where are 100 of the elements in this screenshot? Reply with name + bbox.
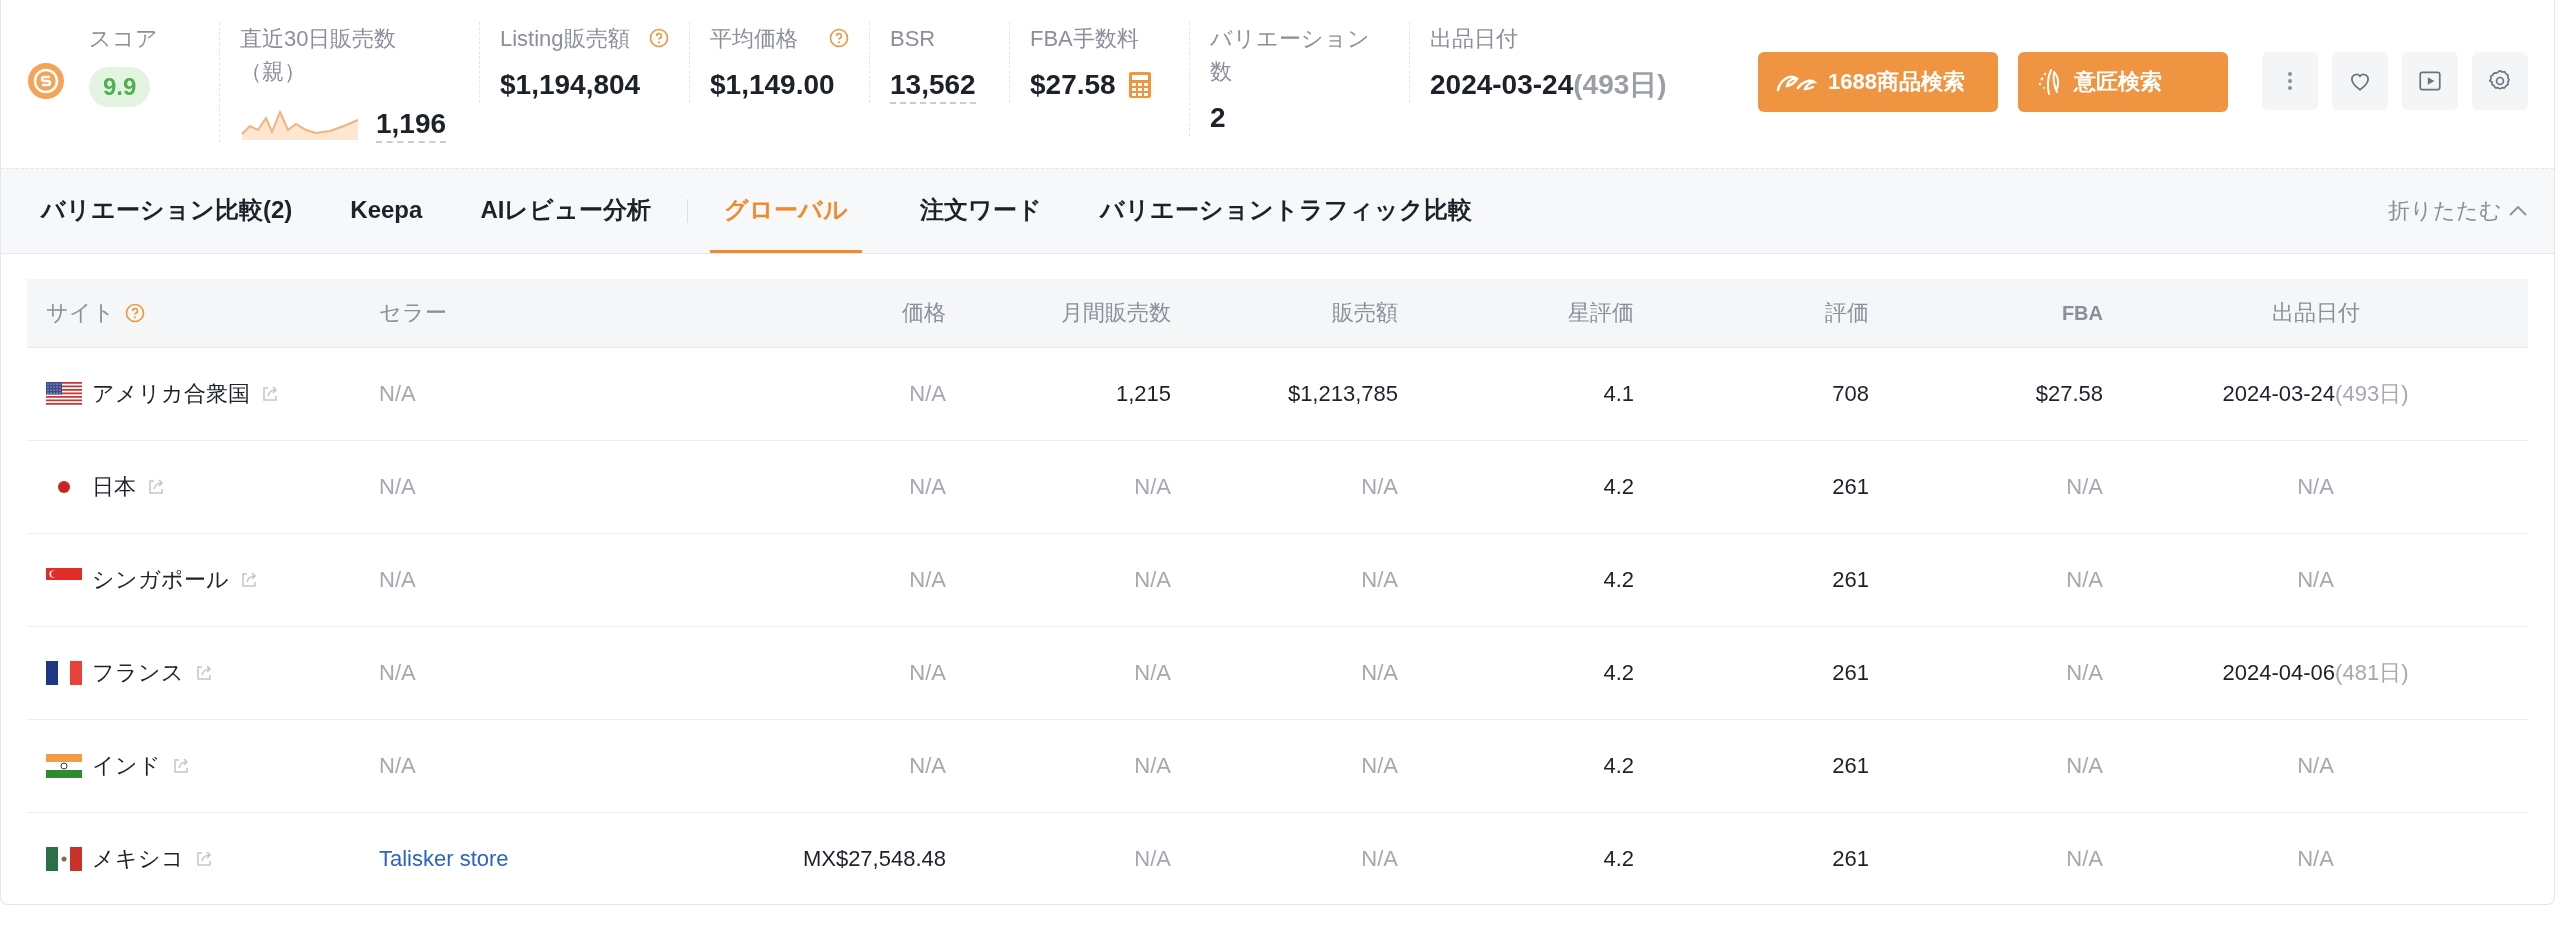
table-cell: N/A	[2066, 474, 2103, 500]
table-cell: 261	[1832, 474, 1869, 500]
table-cell: N/A	[2066, 567, 2103, 593]
age-note: (481日)	[2335, 659, 2409, 687]
column-header: 評価	[1825, 299, 1869, 327]
table-cell: N/A	[1134, 846, 1171, 872]
site-name: アメリカ合衆国	[92, 380, 250, 408]
table-cell: N/A	[909, 381, 946, 407]
table-cell: N/A	[2297, 846, 2334, 872]
metric-value: 2024-03-24	[1430, 69, 1574, 100]
metric-value: 13,562	[890, 69, 976, 104]
metric-label: 出品日付	[1430, 25, 1518, 53]
table-cell: MX$27,548.48	[802, 846, 946, 872]
column-header: セラー	[379, 299, 447, 327]
table-cell: N/A	[1361, 474, 1398, 500]
external-link-icon	[239, 570, 259, 590]
table-cell: N/A	[379, 381, 416, 407]
metric-label: 平均価格	[710, 25, 798, 53]
external-link-icon	[194, 849, 214, 869]
flag-icon	[46, 382, 82, 406]
column-header: 価格	[902, 299, 946, 327]
table-cell: 261	[1832, 753, 1869, 779]
flag-icon	[46, 847, 82, 871]
tab[interactable]: Keepa	[350, 169, 423, 253]
table-cell: N/A	[1361, 660, 1398, 686]
table-cell: N/A	[1361, 846, 1398, 872]
settings-button[interactable]	[2472, 52, 2528, 110]
site-name: インド	[92, 752, 161, 780]
table-cell: 261	[1832, 567, 1869, 593]
table-cell: N/A	[909, 753, 946, 779]
table-cell: N/A	[2066, 753, 2103, 779]
column-header: FBA	[2061, 301, 2103, 325]
site-name: 日本	[92, 473, 136, 501]
table-cell: N/A	[379, 567, 416, 593]
metric-value: 1,196	[376, 107, 447, 143]
external-link-icon	[194, 663, 214, 683]
metric-label: FBA手数料	[1030, 25, 1139, 53]
tab[interactable]: AIレビュー分析	[480, 169, 652, 253]
score-badge: 9.9	[89, 67, 151, 107]
metric-value: $1,194,804	[500, 69, 641, 100]
table-cell: N/A	[1361, 753, 1398, 779]
table-cell: N/A	[1134, 753, 1171, 779]
seller-link[interactable]: Talisker store	[379, 846, 509, 872]
table-cell: N/A	[1134, 567, 1171, 593]
metric-label: 直近30日販売数（親）	[240, 25, 398, 86]
table-cell: 261	[1832, 660, 1869, 686]
play-button[interactable]	[2402, 52, 2458, 110]
tab[interactable]: バリエーショントラフィック比較	[1100, 169, 1473, 253]
metric-value: 2	[1210, 102, 1226, 133]
external-link-icon	[146, 477, 166, 497]
table-cell: 4.2	[1603, 474, 1634, 500]
flag-icon	[58, 481, 70, 493]
more-icon	[2287, 70, 2293, 92]
table-cell: 4.2	[1603, 753, 1634, 779]
table-cell: N/A	[1134, 474, 1171, 500]
table-cell: 4.2	[1603, 846, 1634, 872]
site-name: シンガポール	[92, 566, 229, 594]
table-cell: N/A	[909, 474, 946, 500]
column-header: 販売額	[1332, 299, 1398, 327]
tab[interactable]: バリエーション比較(2)	[41, 169, 293, 253]
table-cell: 708	[1832, 381, 1869, 407]
heart-button[interactable]	[2332, 52, 2388, 110]
tab[interactable]: 注文ワード	[920, 169, 1043, 253]
table-cell: 261	[1832, 846, 1869, 872]
age-note: (493日)	[1573, 69, 1667, 100]
chevron-up-icon	[2508, 204, 2528, 218]
metric-label: バリエーション数	[1210, 25, 1371, 86]
metric-label: Listing販売額	[500, 25, 630, 53]
site-name: メキシコ	[92, 845, 184, 873]
table-cell: N/A	[909, 660, 946, 686]
table-cell: 4.1	[1603, 381, 1634, 407]
table-cell: N/A	[1134, 660, 1171, 686]
logo-icon	[27, 62, 65, 100]
metric-value: $1,149.00	[710, 69, 835, 100]
table-cell: N/A	[2066, 846, 2103, 872]
flag-icon	[46, 661, 82, 685]
age-note: (493日)	[2335, 380, 2409, 408]
flag-icon	[46, 754, 82, 778]
column-header: サイト	[46, 299, 115, 327]
table-cell: N/A	[2297, 753, 2334, 779]
table-cell: N/A	[1361, 567, 1398, 593]
metric-label: BSR	[890, 25, 936, 53]
table-cell: N/A	[379, 753, 416, 779]
table-cell: 1,215	[1115, 381, 1171, 407]
column-header: 星評価	[1568, 299, 1634, 327]
metric-value: $27.58	[1030, 69, 1116, 100]
play-icon	[2417, 68, 2443, 94]
site-name: フランス	[92, 659, 184, 687]
table-cell: N/A	[909, 567, 946, 593]
table-cell: N/A	[379, 474, 416, 500]
table-cell: 4.2	[1603, 567, 1634, 593]
table-cell: $1,213,785	[1287, 381, 1398, 407]
external-link-icon	[260, 384, 280, 404]
table-cell: $27.58	[2035, 381, 2103, 407]
table-cell: 4.2	[1603, 660, 1634, 686]
metric-label: スコア	[89, 25, 159, 53]
table-cell: 2024-03-24	[2222, 381, 2336, 407]
table-cell: 2024-04-06	[2222, 660, 2336, 686]
table-cell: N/A	[2066, 660, 2103, 686]
column-header: 出品日付	[2271, 299, 2360, 327]
